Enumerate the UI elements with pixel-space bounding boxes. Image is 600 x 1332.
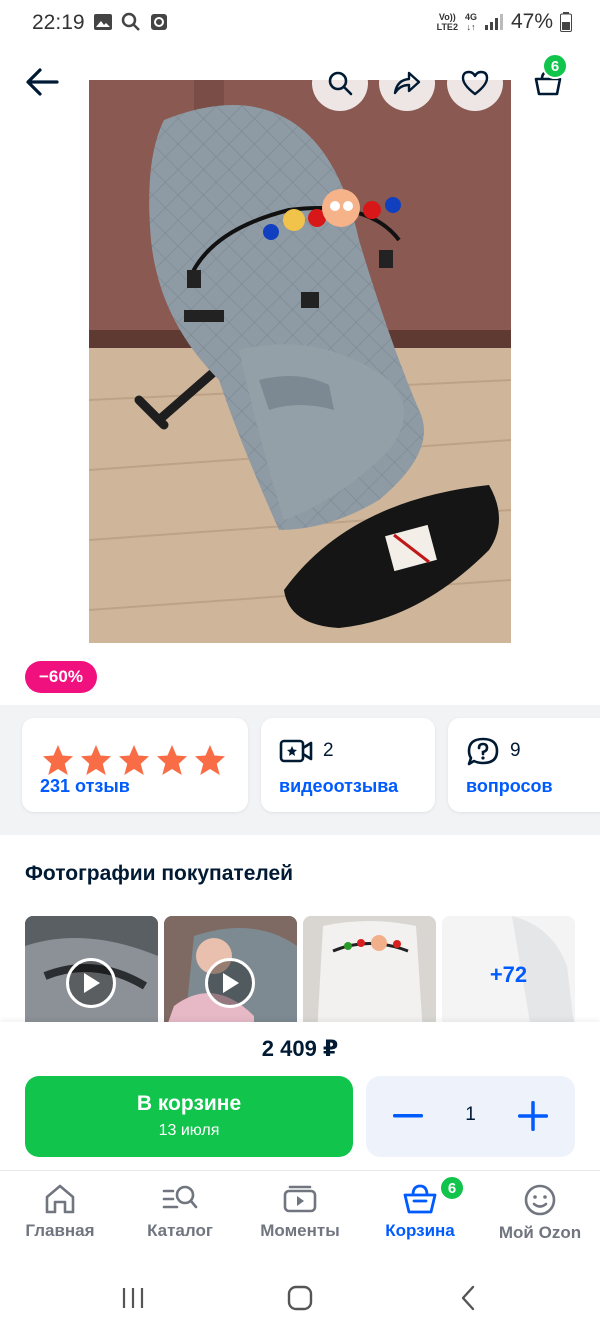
moments-play-icon [283, 1185, 317, 1213]
customer-photos-carousel[interactable]: +72 [25, 916, 600, 1022]
nav-moments[interactable]: Моменты [240, 1183, 360, 1241]
battery-icon [560, 12, 572, 32]
favorite-button[interactable] [447, 55, 503, 111]
customer-photo-3[interactable] [303, 916, 436, 1022]
cart-header-button[interactable]: 6 [520, 53, 576, 111]
customer-photo-1[interactable] [25, 916, 158, 1022]
status-bar: 22:19 Vo)) LTE2 4G ↓↑ 47% [0, 0, 600, 46]
product-photo-baby-bouncer [89, 80, 511, 643]
discount-badge: −60% [25, 661, 97, 693]
video-reviews-count: 2 [323, 740, 334, 761]
home-icon [45, 1184, 75, 1214]
clock-notification-icon [151, 14, 167, 30]
network-type-label: 4G [464, 12, 477, 22]
back-button[interactable] [20, 60, 64, 104]
search-button[interactable] [312, 55, 368, 111]
battery-percent: 47% [510, 10, 553, 33]
star-icon [43, 745, 73, 775]
question-bubble-icon [467, 737, 499, 766]
gallery-icon [94, 14, 112, 30]
chevron-left-icon [461, 1285, 475, 1311]
bottom-navigation: Главная Каталог Моменты 6 Корзина Мой Oz… [0, 1170, 600, 1262]
buy-panel: 2 409 ₽ В корзине 13 июля 1 [0, 1022, 600, 1170]
questions-card[interactable]: 9 вопросов [448, 718, 600, 812]
customer-photos-title: Фотографии покупателей [25, 862, 294, 885]
product-image[interactable] [89, 80, 511, 643]
photo-3-image [303, 916, 436, 1022]
star-icon [157, 745, 187, 775]
data-arrows-icon: ↓↑ [466, 22, 476, 32]
volte-label: Vo)) [438, 12, 456, 22]
increase-quantity-button[interactable] [513, 1096, 553, 1136]
network-type: 4G ↓↑ [465, 12, 477, 32]
questions-count: 9 [510, 740, 521, 761]
system-navigation-bar [0, 1262, 600, 1332]
nav-cart[interactable]: 6 Корзина [360, 1175, 480, 1241]
product-stats: 231 отзыв 2 видеоотзыва 9 вопросов [0, 705, 600, 835]
nav-catalog[interactable]: Каталог [120, 1183, 240, 1241]
play-video-button[interactable] [66, 958, 116, 1008]
video-reviews-link[interactable]: видеоотзыва [279, 776, 398, 797]
play-icon [223, 973, 239, 993]
reviews-card[interactable]: 231 отзыв [22, 718, 248, 812]
search-icon [328, 71, 353, 96]
lte-label: LTE2 [436, 22, 458, 32]
plus-icon [518, 1101, 548, 1131]
home-system-button[interactable] [280, 1280, 320, 1316]
star-icon [195, 745, 225, 775]
rating-stars [40, 742, 228, 778]
search-notification-icon [121, 12, 140, 31]
signal-icon [484, 14, 503, 30]
video-icon [279, 739, 313, 763]
reviews-link[interactable]: 231 отзыв [40, 776, 130, 797]
customer-photo-more[interactable]: +72 [442, 916, 575, 1022]
back-system-button[interactable] [448, 1280, 488, 1316]
in-cart-label: В корзине [136, 1092, 242, 1115]
customer-photo-2[interactable] [164, 916, 297, 1022]
delivery-date: 13 июля [158, 1122, 220, 1139]
recent-apps-icon [122, 1288, 144, 1308]
nav-moments-label: Моменты [260, 1221, 340, 1240]
star-icon [81, 745, 111, 775]
in-cart-button[interactable]: В корзине 13 июля [25, 1076, 353, 1157]
status-notification-icons [93, 12, 169, 32]
cart-badge: 6 [542, 53, 568, 79]
profile-smile-icon [524, 1184, 556, 1216]
product-price: 2 409 ₽ [261, 1036, 339, 1061]
volte-indicator: Vo)) LTE2 [437, 12, 458, 32]
nav-home-label: Главная [25, 1221, 95, 1240]
star-icon [119, 745, 149, 775]
more-photos-count: +72 [489, 962, 528, 987]
nav-cart-label: Корзина [385, 1221, 455, 1240]
status-time: 22:19 [32, 11, 85, 34]
quantity-stepper[interactable]: 1 [366, 1076, 575, 1157]
nav-my-ozon[interactable]: Мой Ozon [480, 1183, 600, 1243]
recent-apps-button[interactable] [113, 1280, 153, 1316]
questions-link[interactable]: вопросов [466, 776, 553, 797]
basket-icon [403, 1184, 437, 1214]
share-icon [393, 71, 421, 95]
share-button[interactable] [379, 55, 435, 111]
nav-home[interactable]: Главная [0, 1183, 120, 1241]
nav-cart-badge: 6 [439, 1175, 465, 1201]
arrow-left-icon [26, 68, 59, 96]
catalog-search-icon [162, 1185, 198, 1209]
home-square-icon [287, 1285, 313, 1311]
nav-my-ozon-label: Мой Ozon [498, 1223, 582, 1242]
video-reviews-card[interactable]: 2 видеоотзыва [261, 718, 435, 812]
status-right: Vo)) LTE2 4G ↓↑ 47% [437, 10, 572, 34]
play-icon [84, 973, 100, 993]
play-video-button[interactable] [205, 958, 255, 1008]
heart-icon [461, 70, 489, 96]
nav-catalog-label: Каталог [147, 1221, 213, 1240]
